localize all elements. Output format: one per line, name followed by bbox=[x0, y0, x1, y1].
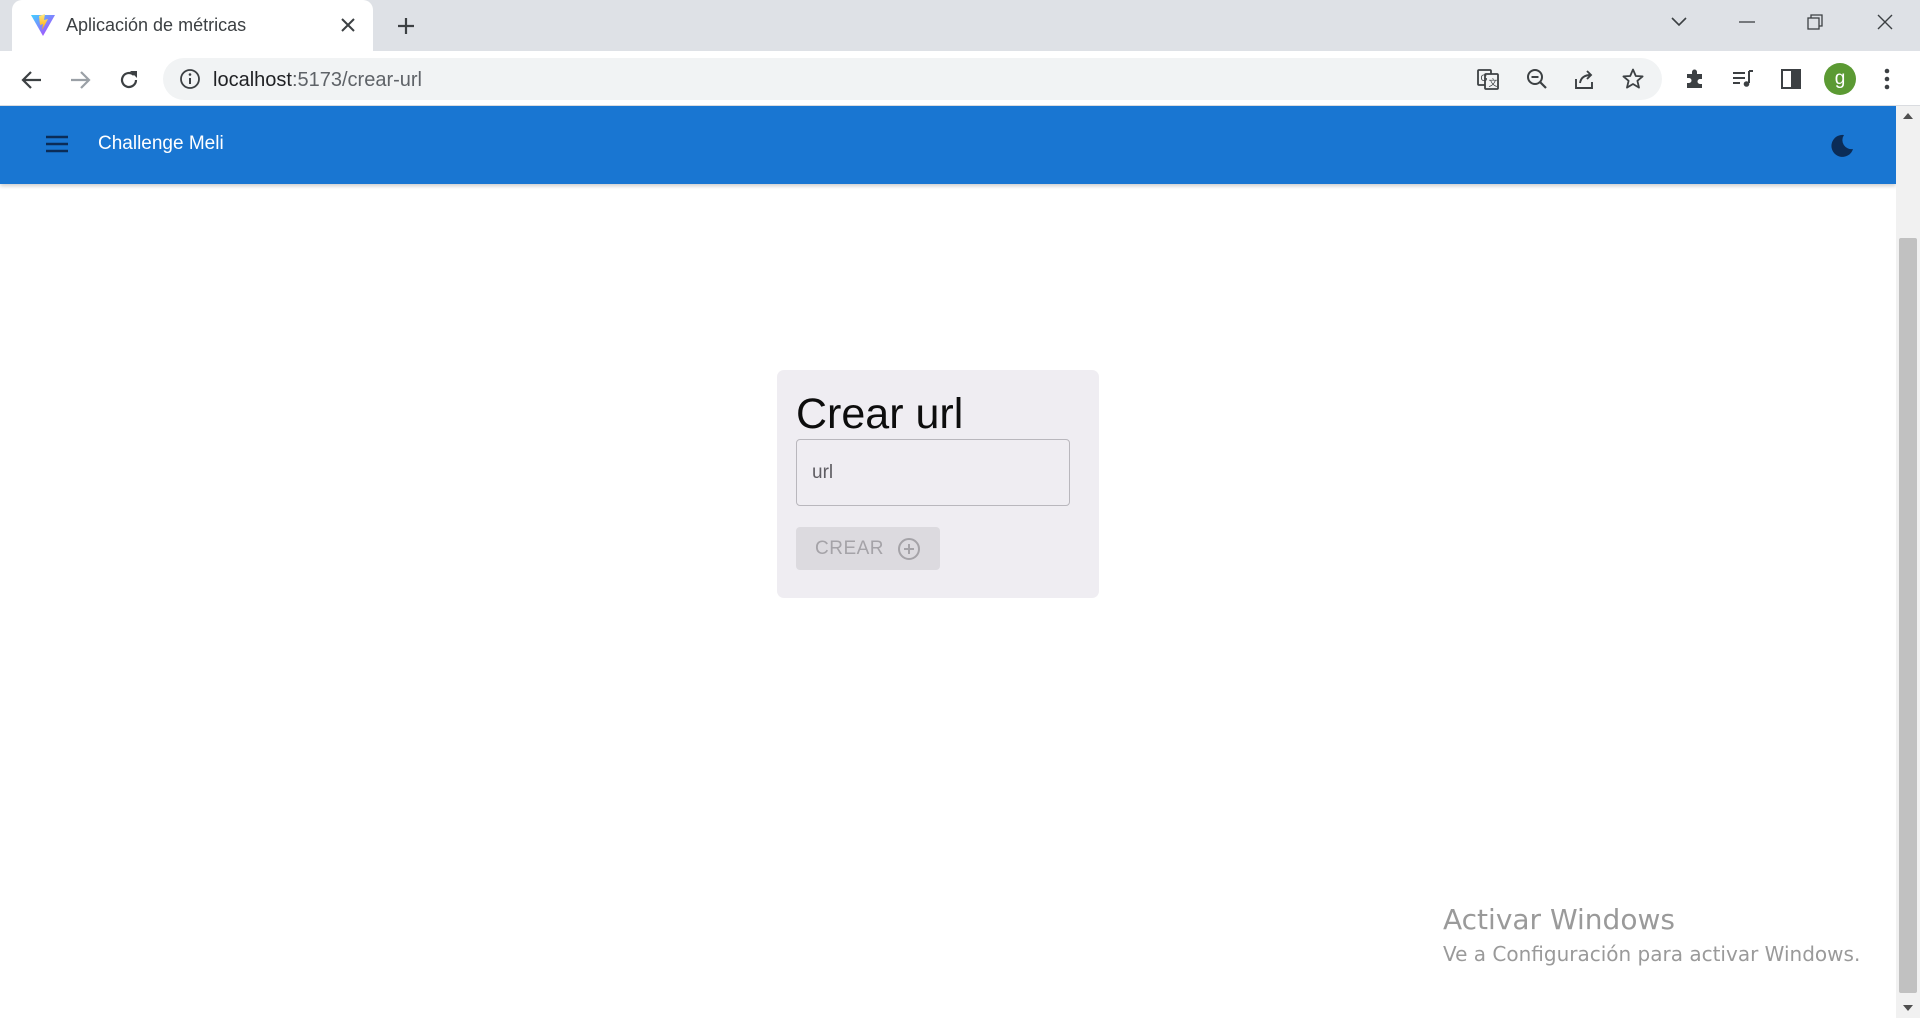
info-icon[interactable] bbox=[179, 68, 201, 90]
zoom-out-icon[interactable] bbox=[1525, 67, 1549, 91]
share-icon[interactable] bbox=[1573, 67, 1597, 91]
translate-icon[interactable]: G文 bbox=[1476, 67, 1500, 91]
window-close-button[interactable] bbox=[1851, 0, 1919, 44]
svg-text:G: G bbox=[1481, 73, 1488, 83]
back-button[interactable] bbox=[15, 63, 49, 97]
new-tab-button[interactable] bbox=[391, 11, 421, 41]
forward-button[interactable] bbox=[63, 63, 97, 97]
browser-tab-strip: Aplicación de métricas bbox=[0, 0, 1920, 51]
media-queue-icon[interactable] bbox=[1730, 66, 1756, 92]
svg-text:文: 文 bbox=[1489, 77, 1498, 88]
scroll-up-arrow-icon[interactable] bbox=[1896, 106, 1920, 126]
hamburger-icon bbox=[45, 135, 69, 158]
menu-button[interactable] bbox=[38, 127, 76, 165]
kebab-menu-icon[interactable] bbox=[1874, 66, 1900, 92]
url-field[interactable] bbox=[796, 439, 1070, 506]
add-circle-icon bbox=[896, 536, 922, 562]
vite-logo-icon bbox=[30, 13, 56, 37]
watermark-subtitle: Ve a Configuración para activar Windows. bbox=[1443, 942, 1861, 966]
browser-tab[interactable]: Aplicación de métricas bbox=[12, 0, 373, 51]
profile-avatar[interactable]: g bbox=[1824, 63, 1856, 95]
moon-icon bbox=[1829, 133, 1855, 164]
watermark-title: Activar Windows bbox=[1443, 903, 1675, 936]
page-viewport: Challenge Meli Crear url CREAR Activar W… bbox=[0, 106, 1896, 1018]
app-bar: Challenge Meli bbox=[0, 106, 1896, 184]
url-input[interactable] bbox=[797, 440, 1069, 505]
theme-toggle-button[interactable] bbox=[1823, 129, 1861, 167]
reload-button[interactable] bbox=[112, 63, 146, 97]
create-button[interactable]: CREAR bbox=[796, 527, 940, 570]
puzzle-icon[interactable] bbox=[1682, 66, 1708, 92]
windows-activation-watermark: Activar Windows Ve a Configuración para … bbox=[1443, 903, 1860, 966]
side-panel-icon[interactable] bbox=[1778, 66, 1804, 92]
tab-title: Aplicación de métricas bbox=[66, 15, 247, 35]
tab-search-button[interactable] bbox=[1645, 0, 1713, 44]
address-bar[interactable]: localhost:5173/crear-url G文 bbox=[163, 58, 1662, 100]
scrollbar-thumb[interactable] bbox=[1899, 238, 1917, 993]
browser-toolbar: localhost:5173/crear-url G文 g bbox=[0, 51, 1920, 106]
create-url-card: Crear url CREAR bbox=[777, 370, 1099, 598]
close-icon[interactable] bbox=[336, 13, 360, 37]
minimize-button[interactable] bbox=[1713, 0, 1781, 44]
star-icon[interactable] bbox=[1621, 67, 1645, 91]
page-scrollbar[interactable] bbox=[1896, 106, 1920, 1018]
restore-button[interactable] bbox=[1781, 0, 1849, 44]
app-title: Challenge Meli bbox=[98, 133, 224, 154]
scroll-down-arrow-icon[interactable] bbox=[1896, 998, 1920, 1018]
create-button-label: CREAR bbox=[815, 537, 885, 559]
page-title: Crear url bbox=[796, 390, 964, 438]
url-text: localhost:5173/crear-url bbox=[213, 69, 422, 91]
